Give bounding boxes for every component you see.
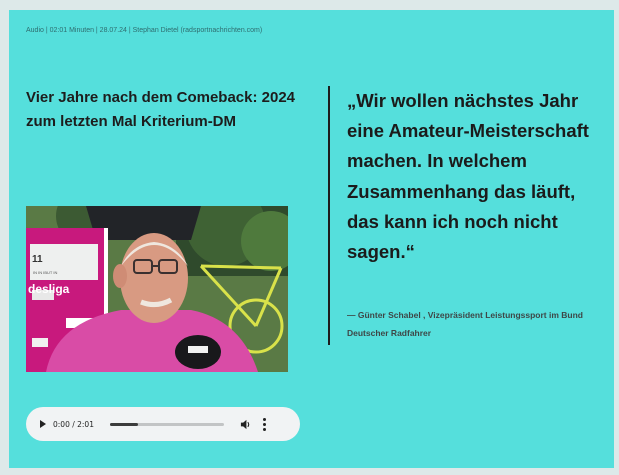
quote-divider xyxy=(328,86,330,345)
quote-attribution: — Günter Schabel , Vizepräsident Leistun… xyxy=(347,310,583,338)
pull-quote: „Wir wollen nächstes Jahr eine Amateur-M… xyxy=(347,90,589,263)
audio-byline: Audio | 02:01 Minuten | 28.07.24 | Steph… xyxy=(26,27,263,34)
video-thumbnail[interactable]: desliga 11 IN IN IBUT IN xyxy=(26,206,288,372)
audio-player[interactable]: 0:00 / 2:01 xyxy=(26,407,300,441)
more-options-icon[interactable] xyxy=(262,417,266,431)
audio-progress-bar[interactable] xyxy=(109,422,224,426)
banner-text-sub: IN IN IBUT IN xyxy=(33,270,58,275)
play-icon[interactable] xyxy=(40,420,46,428)
banner-text-large: desliga xyxy=(28,282,70,296)
audio-progress-fill xyxy=(109,422,139,426)
audio-time: 0:00 / 2:01 xyxy=(53,419,94,429)
volume-icon[interactable] xyxy=(240,419,251,430)
audio-article-card: Audio | 02:01 Minuten | 28.07.24 | Steph… xyxy=(9,10,614,468)
banner-text-logo: 11 xyxy=(32,254,43,265)
article-headline: Vier Jahre nach dem Comeback: 2024 zum l… xyxy=(26,89,296,130)
